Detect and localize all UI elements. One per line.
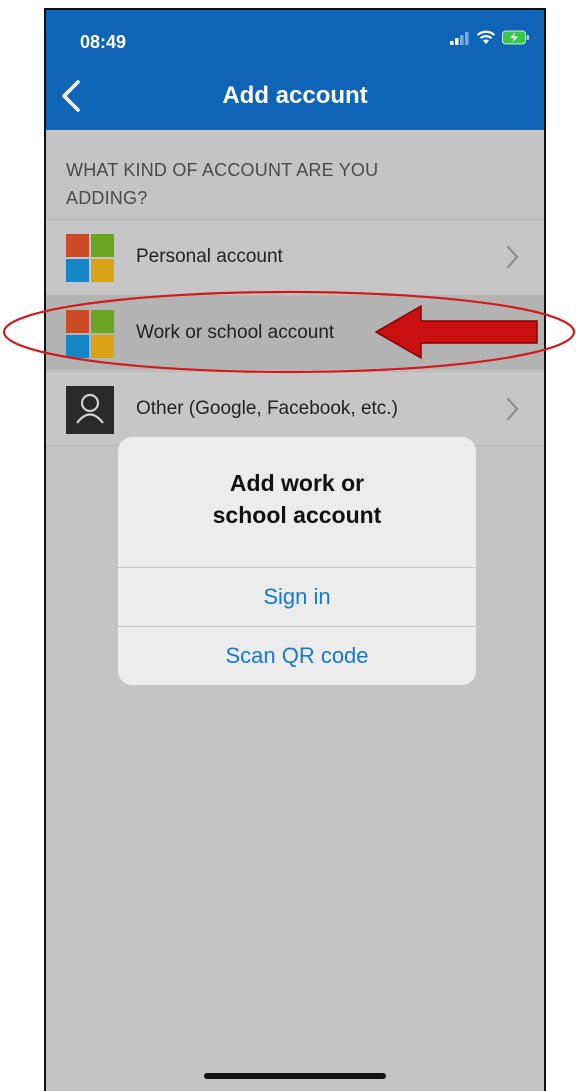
account-row-label: Other (Google, Facebook, etc.) [136, 397, 398, 419]
battery-charging-icon [502, 30, 529, 45]
home-indicator [204, 1073, 386, 1079]
add-work-account-dialog: Add work or school account Sign in Scan … [118, 437, 476, 685]
sign-in-button[interactable]: Sign in [118, 568, 476, 626]
status-time: 08:49 [80, 32, 127, 52]
person-icon [66, 386, 114, 434]
page-title: Add account [222, 82, 368, 109]
chevron-right-icon [506, 245, 519, 269]
account-row-label: Personal account [136, 246, 283, 267]
account-row-label: Work or school account [136, 322, 335, 343]
dialog-title-line2: school account [212, 502, 382, 528]
chevron-right-icon [506, 397, 519, 421]
status-icons [450, 30, 530, 45]
account-row-personal[interactable]: Personal account [46, 219, 544, 294]
account-row-work-school[interactable]: Work or school account [46, 295, 544, 370]
cellular-signal-icon [450, 31, 469, 45]
dialog-title: Add work or school account [118, 467, 476, 531]
section-header: WHAT KIND OF ACCOUNT ARE YOU ADDING? [66, 160, 379, 208]
dialog-title-line1: Add work or [229, 470, 365, 496]
app-header: 08:49 Add account [46, 10, 544, 130]
account-row-other[interactable]: Other (Google, Facebook, etc.) [46, 371, 544, 446]
wifi-icon [476, 30, 496, 44]
scan-qr-code-button[interactable]: Scan QR code [118, 627, 476, 685]
phone-screen: 08:49 Add account WHAT KIND OF ACCOUNT A… [44, 8, 546, 1091]
microsoft-logo-icon [66, 234, 114, 282]
microsoft-logo-icon [66, 310, 114, 358]
